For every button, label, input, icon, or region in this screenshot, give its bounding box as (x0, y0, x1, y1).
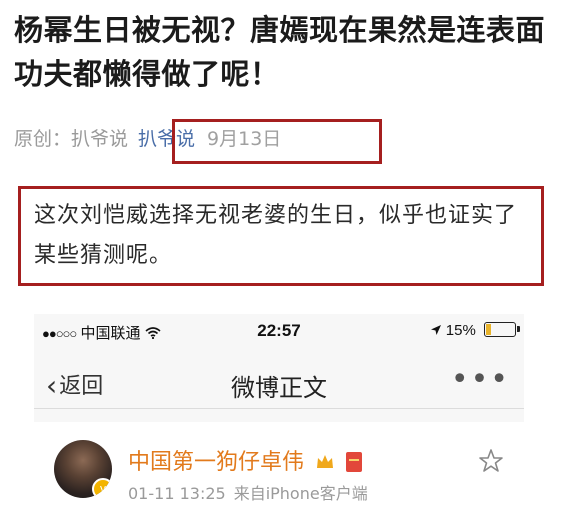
post-meta: 01-11 13:25 来自iPhone客户端 (128, 480, 368, 504)
battery-icon (484, 322, 520, 337)
meta-label: 原创：扒爷说 (14, 128, 129, 150)
article-headline: 杨幂生日被无视？唐嫣现在果然是连表面功夫都懒得做了呢！ (14, 13, 546, 91)
highlight-box-summary (18, 186, 544, 286)
status-bar: ●●○○○ 中国联通 22:57 15% (34, 314, 524, 348)
post-source: 来自iPhone客户端 (233, 484, 368, 503)
more-options-icon[interactable]: ••• (451, 362, 510, 397)
post-username[interactable]: 中国第一狗仔卓伟 (128, 444, 363, 476)
weibo-post-header: v 中国第一狗仔卓伟 01-11 13:25 来自iPhone客户端 (34, 422, 524, 517)
nav-bar: ‹返回 微博正文 ••• (34, 358, 524, 409)
verified-badge-icon: v (92, 478, 112, 498)
embedded-phone-screenshot: ●●○○○ 中国联通 22:57 15% ‹返回 微博正文 ••• v 中国第一… (34, 314, 524, 517)
highlight-box-author (172, 119, 382, 164)
vip-crown-icon (315, 452, 335, 470)
red-envelope-icon (346, 452, 363, 472)
location-arrow-icon (430, 322, 446, 339)
favorite-star-icon[interactable] (478, 448, 504, 474)
username-text: 中国第一狗仔卓伟 (128, 450, 305, 475)
battery-percent: 15% (445, 322, 476, 339)
avatar[interactable]: v (54, 440, 112, 498)
battery-fill (486, 324, 491, 335)
post-timestamp: 01-11 13:25 (128, 484, 226, 503)
